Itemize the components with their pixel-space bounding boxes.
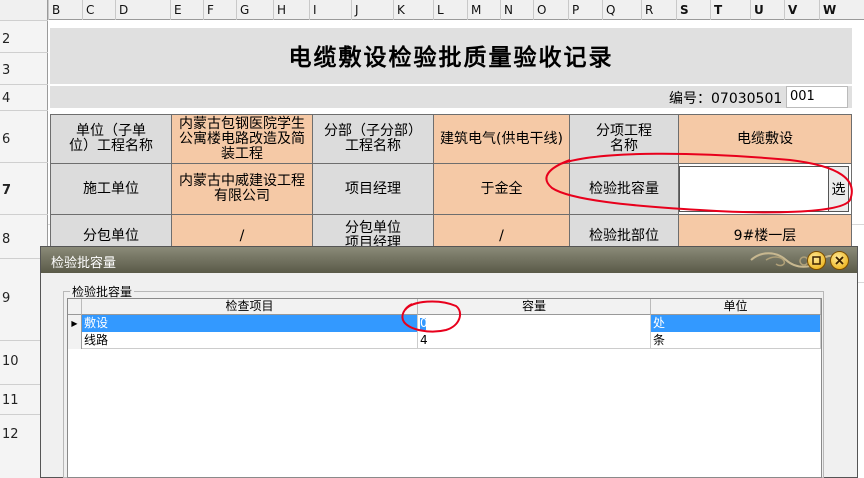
column-label[interactable]: M [467, 0, 500, 20]
column-label[interactable]: R [641, 0, 676, 20]
sub-project-value[interactable]: 建筑电气(供电干线) [433, 114, 570, 164]
cell-capacity[interactable]: 4 [418, 332, 651, 349]
row-indicator [68, 332, 82, 349]
dialog-title: 检验批容量 [51, 256, 117, 271]
row-label[interactable]: 4 [0, 84, 48, 110]
close-button[interactable] [830, 251, 849, 270]
form-title: 电缆敷设检验批质量验收记录 [288, 45, 614, 71]
subcontract-manager-value-text: / [499, 228, 504, 244]
batch-location-label-text: 检验批部位 [589, 228, 659, 244]
grid-header-capacity[interactable]: 容量 [418, 299, 651, 315]
maximize-button[interactable] [807, 251, 826, 270]
column-label[interactable]: N [500, 0, 533, 20]
batch-capacity-label: 检验批容量 [569, 163, 679, 215]
cell-item[interactable]: 线路 [82, 332, 418, 349]
grid-header-corner [68, 299, 82, 315]
column-label[interactable]: O [533, 0, 568, 20]
row-label[interactable]: 6 [0, 110, 48, 162]
cell-item[interactable]: 敷设 [82, 315, 418, 332]
column-label[interactable]: Q [602, 0, 641, 20]
capacity-grid: 检查项目 容量 单位 ▶ 敷设 0 处 线路 4 条 [67, 298, 822, 478]
close-icon [835, 256, 844, 265]
cell-capacity-editor[interactable]: 0 [418, 315, 651, 332]
item-project-value[interactable]: 电缆敷设 [678, 114, 852, 164]
number-value-field[interactable]: 001 [786, 86, 848, 108]
column-label[interactable]: L [433, 0, 467, 20]
batch-location-value-text: 9#楼一层 [733, 228, 797, 244]
row-label[interactable]: 2 [0, 20, 48, 52]
unit-project-label: 单位（子单位）工程名称 [50, 114, 172, 164]
item-project-label: 分项工程名称 [569, 114, 679, 164]
row-label[interactable]: 7 [0, 162, 48, 214]
column-label[interactable]: B [48, 0, 82, 20]
cell-unit[interactable]: 处 [651, 315, 821, 332]
column-label[interactable]: F [203, 0, 236, 20]
number-label: 编号：07030501 [669, 91, 783, 107]
dialog-title-bar[interactable]: 检验批容量 [41, 247, 857, 273]
column-label[interactable]: C [82, 0, 115, 20]
column-label[interactable]: K [393, 0, 433, 20]
batch-capacity-input[interactable] [679, 166, 829, 212]
column-label[interactable]: V [784, 0, 819, 20]
column-label[interactable]: J [351, 0, 393, 20]
construction-unit-label: 施工单位 [50, 163, 172, 215]
sub-project-label: 分部（子分部）工程名称 [312, 114, 434, 164]
grid-header-item[interactable]: 检查项目 [82, 299, 418, 315]
current-row-marker: ▶ [68, 315, 82, 332]
column-label[interactable]: E [170, 0, 203, 20]
column-label[interactable]: D [115, 0, 170, 20]
column-label[interactable]: I [309, 0, 351, 20]
table-row[interactable]: 线路 4 条 [68, 332, 821, 349]
title-ornament-icon [750, 252, 839, 268]
column-label[interactable]: W [819, 0, 864, 20]
cell-capacity-value: 0 [420, 316, 428, 330]
subcontract-unit-label-text: 分包单位 [83, 228, 139, 244]
cell-unit[interactable]: 条 [651, 332, 821, 349]
grid-header-unit[interactable]: 单位 [651, 299, 821, 315]
maximize-icon [812, 256, 821, 265]
table-row[interactable]: ▶ 敷设 0 处 [68, 315, 821, 332]
row-label[interactable]: 3 [0, 52, 48, 84]
project-manager-value[interactable]: 于金全 [433, 163, 570, 215]
select-button[interactable]: 选 [828, 166, 849, 212]
column-label[interactable]: U [750, 0, 784, 20]
column-label[interactable]: S [676, 0, 710, 20]
subcontract-unit-value-text: / [239, 228, 245, 244]
column-label[interactable]: T [710, 0, 750, 20]
excel-window: B C D E F G H I J K L M N O P Q R S T U … [0, 0, 864, 478]
column-header: B C D E F G H I J K L M N O P Q R S T U … [0, 0, 864, 20]
column-label[interactable]: P [568, 0, 602, 20]
select-all-corner[interactable] [0, 0, 48, 20]
column-label[interactable]: H [273, 0, 309, 20]
unit-project-value[interactable]: 内蒙古包钢医院学生公寓楼电路改造及简装工程 [171, 114, 313, 164]
construction-unit-value[interactable]: 内蒙古中威建设工程有限公司 [171, 163, 313, 215]
column-label[interactable]: G [236, 0, 273, 20]
project-manager-label: 项目经理 [312, 163, 434, 215]
